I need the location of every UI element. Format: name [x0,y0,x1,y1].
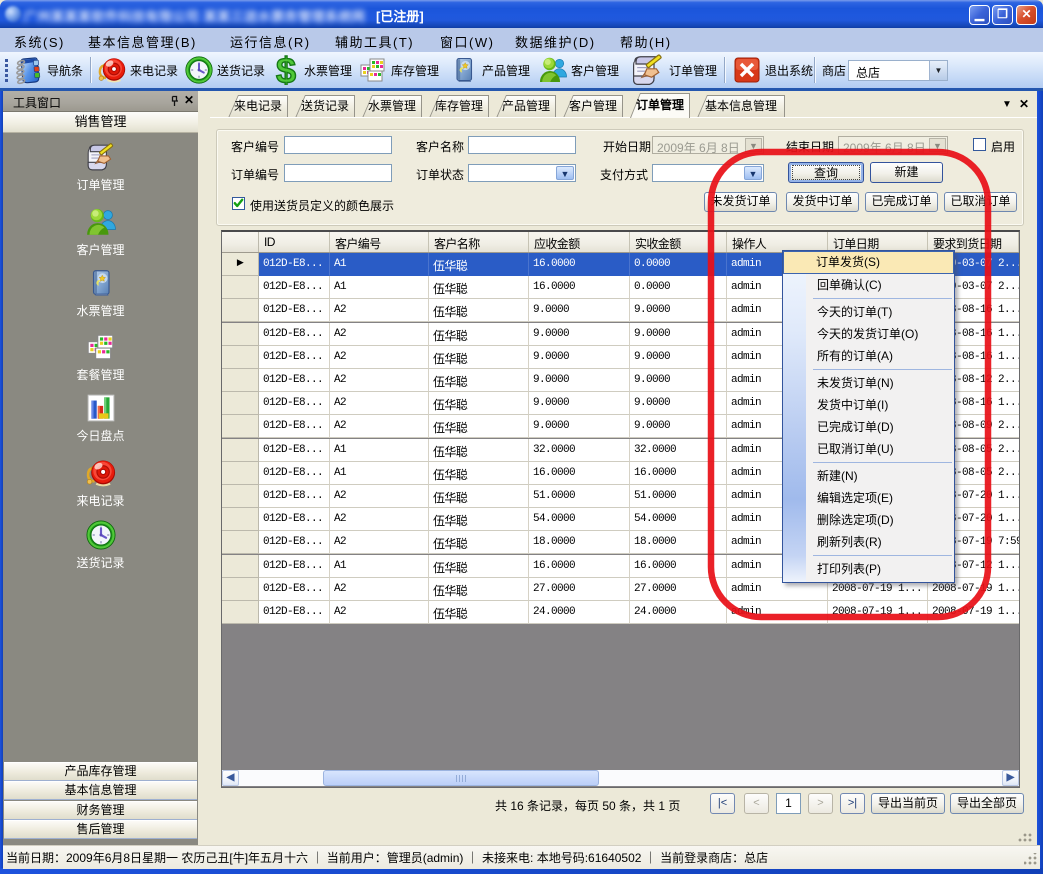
svg-text:$: $ [276,55,296,85]
